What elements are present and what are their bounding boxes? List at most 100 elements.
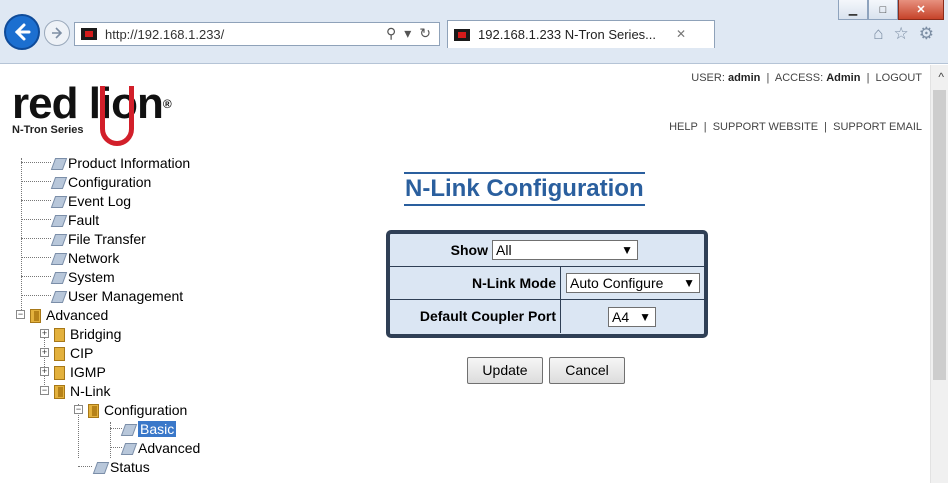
expand-icon[interactable]: + bbox=[40, 348, 49, 357]
tree-item-label: User Management bbox=[68, 287, 184, 304]
refresh-icon[interactable]: ↻ bbox=[419, 25, 431, 42]
tab-close-icon[interactable]: ✕ bbox=[676, 27, 686, 41]
search-icon[interactable]: ⚲ bbox=[386, 25, 396, 42]
chevron-down-icon: ▼ bbox=[639, 310, 651, 324]
browser-tab[interactable]: 192.168.1.233 N-Tron Series... ✕ bbox=[447, 20, 715, 48]
browser-toolbar-icons: ⌂ ☆ ⚙ bbox=[873, 24, 934, 44]
tree-item-label: Advanced bbox=[138, 439, 201, 456]
maximize-button[interactable]: □ bbox=[868, 0, 898, 20]
show-select[interactable]: All ▼ bbox=[492, 240, 638, 260]
tree-item-label: Advanced bbox=[46, 306, 109, 323]
tree-item-user-management[interactable]: User Management bbox=[21, 286, 184, 305]
page-icon bbox=[50, 232, 66, 246]
default-coupler-port-label: Default Coupler Port bbox=[390, 300, 561, 333]
update-button[interactable]: Update bbox=[467, 357, 543, 384]
tab-favicon-icon bbox=[454, 28, 470, 41]
red-lion-logo: red lion® N-Tron Series bbox=[12, 82, 172, 146]
minimize-button[interactable]: ▁ bbox=[838, 0, 868, 20]
tree-item-cip[interactable]: + CIP bbox=[40, 343, 93, 362]
folder-open-icon bbox=[86, 403, 100, 418]
tab-title: 192.168.1.233 N-Tron Series... bbox=[478, 27, 657, 42]
page-icon bbox=[92, 460, 108, 474]
page-icon bbox=[50, 270, 66, 284]
expand-icon[interactable]: + bbox=[40, 367, 49, 376]
folder-icon bbox=[52, 365, 66, 380]
tree-item-configuration[interactable]: Configuration bbox=[21, 172, 152, 191]
tree-item-label: Status bbox=[110, 458, 150, 475]
page-icon bbox=[50, 156, 66, 170]
support-email-link[interactable]: SUPPORT EMAIL bbox=[833, 121, 922, 133]
collapse-icon[interactable]: − bbox=[16, 310, 25, 319]
address-bar[interactable]: http://192.168.1.233/ ⚲ ▾ ↻ bbox=[74, 22, 440, 46]
address-tools: ⚲ ▾ ↻ bbox=[386, 25, 431, 42]
tree-item-label: CIP bbox=[70, 344, 94, 361]
support-website-link[interactable]: SUPPORT WEBSITE bbox=[713, 121, 818, 133]
site-favicon-icon bbox=[81, 28, 97, 40]
expand-icon[interactable]: + bbox=[40, 329, 49, 338]
tree-item-fault[interactable]: Fault bbox=[21, 210, 99, 229]
forward-button[interactable] bbox=[44, 20, 70, 46]
coupler-port-select-value: A4 bbox=[612, 309, 630, 325]
tree-item-label: N-Link bbox=[70, 382, 111, 399]
page-icon bbox=[120, 422, 136, 436]
tree-item-product-information[interactable]: Product Information bbox=[21, 153, 190, 172]
collapse-icon[interactable]: − bbox=[40, 386, 49, 395]
tree-item-label: Event Log bbox=[68, 192, 132, 209]
tree-item-system[interactable]: System bbox=[21, 267, 115, 286]
access-level: Admin bbox=[826, 72, 861, 84]
tree-item-label: File Transfer bbox=[68, 230, 146, 247]
tree-item-status[interactable]: Status bbox=[78, 457, 150, 476]
tree-item-bridging[interactable]: + Bridging bbox=[40, 324, 121, 343]
close-window-button[interactable]: ✕ bbox=[898, 0, 944, 20]
favorites-star-icon[interactable]: ☆ bbox=[894, 24, 909, 44]
page-icon bbox=[50, 175, 66, 189]
forward-arrow-icon bbox=[52, 27, 63, 39]
page-icon bbox=[50, 213, 66, 227]
show-label: Show bbox=[450, 242, 488, 258]
logo-swoosh-icon bbox=[100, 86, 134, 146]
tree-item-advanced-sub[interactable]: Advanced bbox=[110, 438, 200, 457]
tree-item-label: Bridging bbox=[70, 325, 122, 342]
help-link[interactable]: HELP bbox=[669, 121, 698, 133]
tree-item-network[interactable]: Network bbox=[21, 248, 119, 267]
page-icon bbox=[50, 194, 66, 208]
nlink-mode-label: N-Link Mode bbox=[390, 267, 561, 300]
folder-icon bbox=[52, 327, 66, 342]
logo-text: red lion® bbox=[12, 82, 172, 126]
tree-item-event-log[interactable]: Event Log bbox=[21, 191, 132, 210]
back-button[interactable] bbox=[4, 14, 40, 50]
settings-gear-icon[interactable]: ⚙ bbox=[919, 24, 934, 44]
form-row-nlink-mode: N-Link Mode Auto Configure ▼ bbox=[390, 267, 704, 300]
collapse-icon[interactable]: − bbox=[74, 405, 83, 414]
show-select-value: All bbox=[496, 242, 512, 258]
scrollbar-thumb[interactable] bbox=[933, 90, 946, 380]
tree-item-igmp[interactable]: + IGMP bbox=[40, 362, 106, 381]
logout-link[interactable]: LOGOUT bbox=[876, 72, 922, 84]
page-icon bbox=[50, 251, 66, 265]
user-info-bar: USER: admin | ACCESS: Admin | LOGOUT bbox=[691, 72, 922, 84]
tree-item-label-selected: Basic bbox=[138, 420, 177, 437]
user-name: admin bbox=[727, 72, 761, 84]
folder-open-icon bbox=[52, 384, 66, 399]
tree-item-basic[interactable]: Basic bbox=[110, 419, 177, 438]
home-icon[interactable]: ⌂ bbox=[873, 24, 883, 44]
address-url: http://192.168.1.233/ bbox=[105, 27, 224, 42]
cancel-button[interactable]: Cancel bbox=[549, 357, 625, 384]
page-title: N-Link Configuration bbox=[404, 172, 645, 206]
nlink-mode-select-value: Auto Configure bbox=[570, 275, 664, 291]
scroll-up-arrow-icon[interactable]: ^ bbox=[938, 70, 944, 84]
form-row-show: Show All ▼ bbox=[390, 234, 704, 267]
tree-item-file-transfer[interactable]: File Transfer bbox=[21, 229, 146, 248]
tree-item-advanced[interactable]: − Advanced bbox=[16, 305, 108, 324]
help-links: HELP | SUPPORT WEBSITE | SUPPORT EMAIL bbox=[669, 121, 922, 133]
tree-item-label: Configuration bbox=[68, 173, 152, 190]
logo-wordmark: red lion bbox=[12, 79, 164, 128]
dropdown-arrow-icon[interactable]: ▾ bbox=[404, 25, 411, 42]
nlink-mode-select[interactable]: Auto Configure ▼ bbox=[566, 273, 700, 293]
tree-item-n-link[interactable]: − N-Link bbox=[40, 381, 110, 400]
form-row-default-coupler-port: Default Coupler Port A4 ▼ bbox=[390, 300, 704, 333]
tree-item-nlink-configuration[interactable]: − Configuration bbox=[74, 400, 187, 419]
access-label: ACCESS: bbox=[774, 72, 824, 84]
registered-mark: ® bbox=[162, 97, 172, 111]
default-coupler-port-select[interactable]: A4 ▼ bbox=[608, 307, 656, 327]
